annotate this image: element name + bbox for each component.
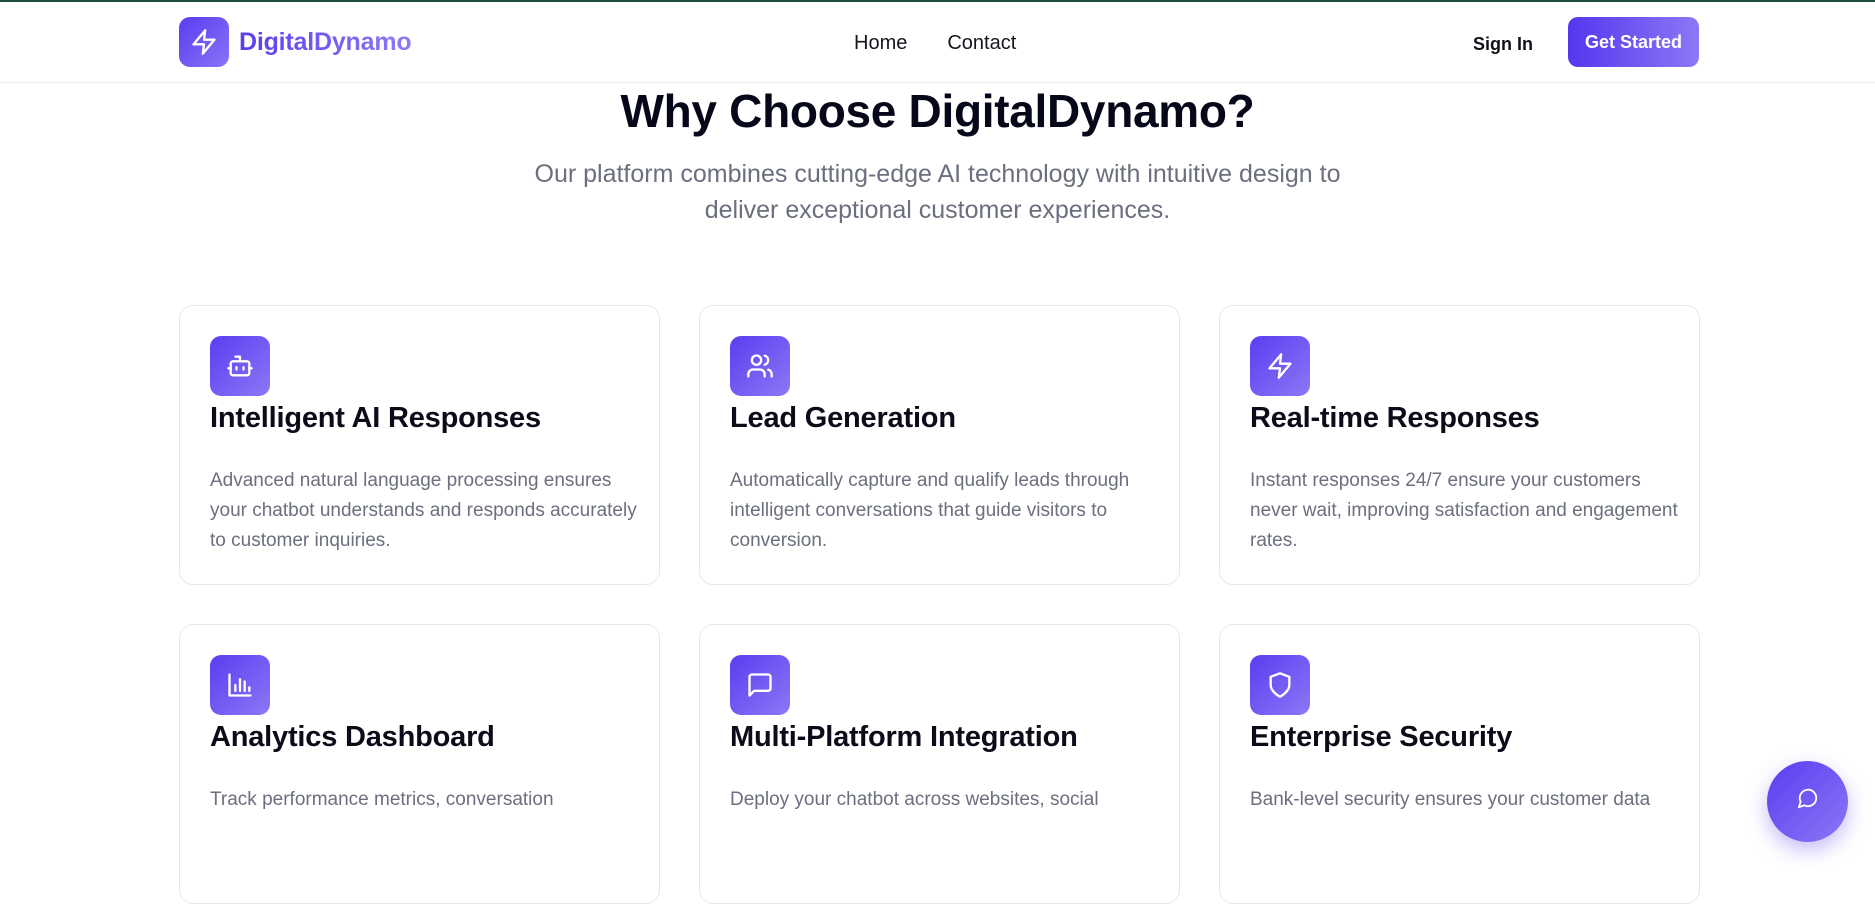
feature-title: Enterprise Security bbox=[1250, 721, 1513, 753]
feature-description: Automatically capture and qualify leads … bbox=[730, 470, 1130, 551]
feature-card-lead-generation: Lead Generation Automatically capture an… bbox=[699, 305, 1180, 585]
get-started-button[interactable]: Get Started bbox=[1568, 17, 1699, 67]
feature-description: Instant responses 24/7 ensure your custo… bbox=[1250, 470, 1678, 551]
shield-icon bbox=[1250, 655, 1310, 715]
feature-card-intelligent-ai: Intelligent AI Responses Advanced natura… bbox=[179, 305, 660, 585]
main-nav: Home Contact bbox=[854, 32, 1016, 55]
feature-description: Advanced natural language processing ens… bbox=[210, 470, 637, 551]
bar-chart-icon bbox=[210, 655, 270, 715]
feature-card-real-time: Real-time Responses Instant responses 24… bbox=[1219, 305, 1700, 585]
lightning-icon bbox=[1250, 336, 1310, 396]
brand-name: DigitalDynamo bbox=[239, 27, 412, 56]
site-header: DigitalDynamo Home Contact Sign In Get S… bbox=[0, 2, 1875, 83]
message-square-icon bbox=[730, 655, 790, 715]
section-title: Why Choose DigitalDynamo? bbox=[620, 85, 1255, 137]
brand-logo[interactable]: DigitalDynamo bbox=[179, 17, 412, 67]
lightning-icon bbox=[179, 17, 229, 67]
section-subtitle: Our platform combines cutting-edge AI te… bbox=[534, 160, 1341, 224]
sign-in-button[interactable]: Sign In bbox=[1473, 34, 1533, 55]
feature-card-enterprise-security: Enterprise Security Bank-level security … bbox=[1219, 624, 1700, 904]
feature-title: Multi-Platform Integration bbox=[730, 721, 1078, 753]
nav-link-home[interactable]: Home bbox=[854, 32, 907, 55]
feature-title: Analytics Dashboard bbox=[210, 721, 495, 753]
feature-title: Lead Generation bbox=[730, 402, 956, 434]
feature-card-multi-platform: Multi-Platform Integration Deploy your c… bbox=[699, 624, 1180, 904]
feature-description: Bank-level security ensures your custome… bbox=[1250, 789, 1651, 810]
users-icon bbox=[730, 336, 790, 396]
feature-description: Track performance metrics, conversation bbox=[210, 789, 554, 810]
feature-description: Deploy your chatbot across websites, soc… bbox=[730, 789, 1099, 810]
bot-icon bbox=[210, 336, 270, 396]
feature-title: Real-time Responses bbox=[1250, 402, 1540, 434]
feature-card-analytics: Analytics Dashboard Track performance me… bbox=[179, 624, 660, 904]
nav-link-contact[interactable]: Contact bbox=[947, 32, 1016, 55]
feature-title: Intelligent AI Responses bbox=[210, 402, 541, 434]
chat-widget-button[interactable] bbox=[1767, 761, 1848, 842]
chat-bubble-icon bbox=[1797, 788, 1817, 809]
